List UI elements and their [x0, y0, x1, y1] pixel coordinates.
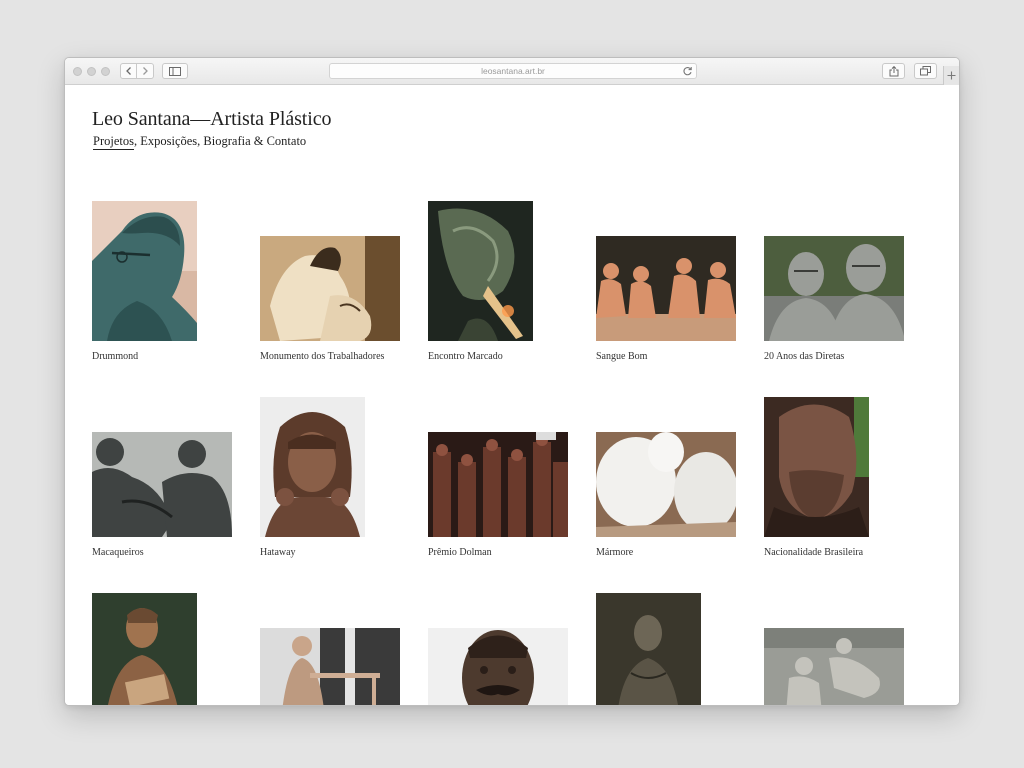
project-caption[interactable]: 20 Anos das Diretas [764, 351, 844, 362]
mustached-bust-icon [428, 628, 568, 705]
sidebar-toggle-button[interactable] [162, 63, 188, 79]
page-content: Leo Santana—Artista Plástico Projetos, E… [65, 85, 959, 705]
sidebar-icon [169, 66, 181, 76]
project-tile[interactable]: Mármore [596, 432, 736, 567]
project-photo[interactable] [260, 236, 400, 341]
nav-link-others[interactable]: , Exposições, Biografia & Contato [134, 134, 306, 148]
project-caption[interactable]: Encontro Marcado [428, 351, 503, 362]
bust-with-glasses-icon [92, 201, 197, 341]
forward-button[interactable] [137, 63, 154, 79]
trophy-figures-icon [428, 432, 568, 537]
project-tile[interactable]: Nacionalidade Brasileira [764, 397, 914, 567]
workers-sculpture-icon [260, 236, 400, 341]
project-caption[interactable]: Mármore [596, 547, 633, 558]
project-photo[interactable] [764, 628, 904, 705]
project-photo[interactable] [596, 593, 701, 705]
share-button[interactable] [882, 63, 905, 79]
project-photo[interactable] [92, 432, 232, 537]
nav-link-projetos[interactable]: Projetos [93, 134, 134, 150]
tabs-overview-icon [920, 66, 931, 76]
seated-woman-statue-icon [92, 593, 197, 705]
site-title[interactable]: Leo Santana—Artista Plástico [92, 108, 331, 131]
site-nav: Projetos, Exposições, Biografia & Contat… [93, 134, 306, 150]
project-photo[interactable] [764, 397, 869, 537]
project-photo[interactable] [92, 593, 197, 705]
bronze-head-with-bangs-icon [260, 397, 365, 537]
project-tile[interactable] [260, 628, 400, 705]
project-tile[interactable]: 20 Anos das Diretas [764, 236, 914, 371]
minimize-window-button[interactable] [87, 67, 96, 76]
project-tile[interactable]: Drummond [92, 201, 232, 371]
project-tile[interactable] [92, 593, 232, 705]
project-tile[interactable] [764, 628, 914, 705]
address-bar[interactable]: leosantana.art.br [329, 63, 697, 79]
project-photo[interactable] [92, 201, 197, 341]
project-caption[interactable]: Sangue Bom [596, 351, 647, 362]
project-tile[interactable] [428, 628, 568, 705]
project-tile[interactable] [596, 593, 736, 705]
project-photo[interactable] [260, 397, 365, 537]
zoom-window-button[interactable] [101, 67, 110, 76]
bearded-bust-icon [764, 397, 869, 537]
two-busts-icon [764, 236, 904, 341]
back-button[interactable] [120, 63, 137, 79]
reload-icon[interactable] [682, 66, 693, 77]
reclining-figures-icon [764, 628, 904, 705]
project-photo[interactable] [428, 628, 568, 705]
project-caption[interactable]: Nacionalidade Brasileira [764, 547, 863, 558]
figure-at-table-icon [260, 628, 400, 705]
project-caption[interactable]: Monumento dos Trabalhadores [260, 351, 384, 362]
project-tile[interactable]: Prêmio Dolman [428, 432, 568, 567]
seated-figures-row-icon [596, 236, 736, 341]
crouching-figures-icon [92, 432, 232, 537]
welding-bronze-icon [428, 201, 533, 341]
project-tile[interactable]: Macaqueiros [92, 432, 232, 567]
project-photo[interactable] [596, 236, 736, 341]
project-photo[interactable] [260, 628, 400, 705]
project-caption[interactable]: Hataway [260, 547, 296, 558]
project-caption[interactable]: Drummond [92, 351, 138, 362]
project-photo[interactable] [596, 432, 736, 537]
standing-figure-dark-icon [596, 593, 701, 705]
new-tab-button[interactable] [943, 66, 959, 85]
show-tabs-button[interactable] [914, 63, 937, 79]
close-window-button[interactable] [73, 67, 82, 76]
browser-window: leosantana.art.br Leo Santana—Artista Pl… [64, 57, 960, 706]
plus-icon [947, 71, 956, 80]
browser-toolbar: leosantana.art.br [65, 58, 959, 85]
share-icon [889, 65, 898, 76]
project-photo[interactable] [428, 432, 568, 537]
chevron-left-icon [125, 67, 131, 75]
project-caption[interactable]: Macaqueiros [92, 547, 144, 558]
address-url: leosantana.art.br [481, 66, 545, 76]
project-tile[interactable]: Sangue Bom [596, 236, 736, 371]
project-caption[interactable]: Prêmio Dolman [428, 547, 492, 558]
project-tile[interactable]: Hataway [260, 397, 400, 567]
project-tile[interactable]: Encontro Marcado [428, 201, 568, 371]
project-photo[interactable] [428, 201, 533, 341]
project-photo[interactable] [764, 236, 904, 341]
white-marble-forms-icon [596, 432, 736, 537]
project-tile[interactable]: Monumento dos Trabalhadores [260, 236, 400, 371]
chevron-right-icon [143, 67, 148, 75]
